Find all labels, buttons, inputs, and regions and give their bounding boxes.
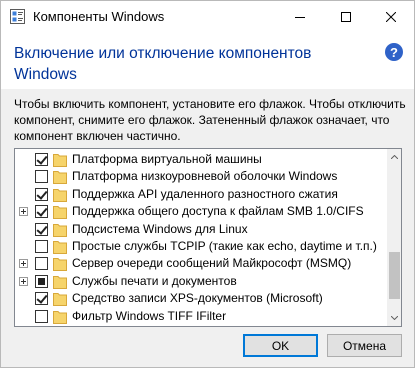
- minimize-button[interactable]: [277, 1, 323, 32]
- feature-row[interactable]: Поддержка API удаленного разностного сжа…: [15, 186, 387, 203]
- dialog-header: Включение или отключение компонентов Win…: [1, 32, 414, 89]
- feature-row[interactable]: Простые службы TCPIP (такие как echo, da…: [15, 238, 387, 255]
- chevron-up-icon: [391, 155, 398, 159]
- feature-label: Поддержка API удаленного разностного сжа…: [72, 186, 338, 201]
- folder-icon: [53, 310, 67, 324]
- folder-icon: [53, 275, 67, 289]
- feature-checkbox[interactable]: [35, 205, 48, 219]
- feature-checkbox[interactable]: [35, 222, 48, 236]
- feature-row[interactable]: Платформа виртуальной машины: [15, 151, 387, 168]
- feature-row[interactable]: Фильтр Windows TIFF IFilter: [15, 308, 387, 325]
- close-button[interactable]: [368, 1, 414, 32]
- feature-label: Платформа виртуальной машины: [72, 152, 262, 166]
- expand-icon[interactable]: [19, 207, 28, 217]
- feature-label: Простые службы TCPIP (такие как echo, da…: [72, 239, 377, 253]
- expand-icon[interactable]: [19, 259, 28, 269]
- feature-row[interactable]: Сервер очереди сообщений Майкрософт (MSM…: [15, 255, 387, 272]
- feature-row[interactable]: Службы печати и документов: [15, 273, 387, 290]
- feature-row[interactable]: Поддержка общего доступа к файлам SMB 1.…: [15, 203, 387, 220]
- scroll-thumb[interactable]: [389, 252, 400, 299]
- feature-checkbox[interactable]: [35, 309, 48, 323]
- maximize-button[interactable]: [323, 1, 369, 32]
- folder-icon: [53, 293, 67, 307]
- window-title: Компоненты Windows: [33, 9, 165, 24]
- folder-icon: [53, 206, 67, 220]
- ok-button[interactable]: OK: [243, 334, 318, 357]
- feature-label: Средство записи XPS-документов (Microsof…: [72, 291, 323, 306]
- vertical-scrollbar[interactable]: [387, 149, 401, 326]
- title-bar[interactable]: Компоненты Windows: [1, 1, 414, 32]
- dialog-window: Компоненты Windows Включение или отключе…: [0, 0, 415, 368]
- folder-icon: [53, 241, 67, 254]
- minimize-icon: [295, 16, 305, 18]
- feature-row[interactable]: Подсистема Windows для Linux: [15, 221, 387, 238]
- page-title: Включение или отключение компонентов Win…: [14, 45, 312, 83]
- feature-checkbox[interactable]: [35, 257, 48, 271]
- folder-icon: [53, 171, 67, 185]
- scroll-down-button[interactable]: [387, 310, 401, 326]
- feature-label: Платформа низкоуровневой оболочки Window…: [72, 169, 338, 184]
- feature-checkbox[interactable]: [35, 170, 48, 184]
- cancel-button[interactable]: Отмена: [327, 334, 402, 357]
- help-icon[interactable]: ?: [385, 43, 403, 61]
- folder-icon: [53, 258, 67, 272]
- chevron-down-icon: [391, 316, 398, 320]
- feature-label: Поддержка общего доступа к файлам SMB 1.…: [72, 204, 364, 219]
- feature-row[interactable]: Платформа низкоуровневой оболочки Window…: [15, 168, 387, 185]
- folder-icon: [53, 188, 67, 202]
- close-icon: [386, 11, 396, 22]
- folder-icon: [53, 154, 67, 167]
- features-tree[interactable]: Платформа виртуальной машины Платформа ни…: [14, 148, 402, 327]
- scroll-up-button[interactable]: [387, 149, 401, 165]
- feature-label: Службы печати и документов: [72, 273, 237, 288]
- feature-checkbox[interactable]: [35, 292, 48, 306]
- feature-label: Подсистема Windows для Linux: [72, 221, 248, 236]
- feature-checkbox[interactable]: [35, 187, 48, 201]
- maximize-icon: [341, 11, 351, 22]
- windows-features-icon: [10, 9, 25, 24]
- feature-checkbox[interactable]: [35, 153, 48, 166]
- feature-checkbox[interactable]: [35, 240, 48, 253]
- feature-label: Фильтр Windows TIFF IFilter: [72, 308, 227, 323]
- expand-icon[interactable]: [19, 276, 28, 286]
- feature-row[interactable]: Средство записи XPS-документов (Microsof…: [15, 290, 387, 307]
- instructions-text: Чтобы включить компонент, установите его…: [14, 97, 406, 143]
- folder-icon: [53, 223, 67, 237]
- feature-checkbox[interactable]: [35, 274, 48, 288]
- feature-label: Сервер очереди сообщений Майкрософт (MSM…: [72, 256, 352, 271]
